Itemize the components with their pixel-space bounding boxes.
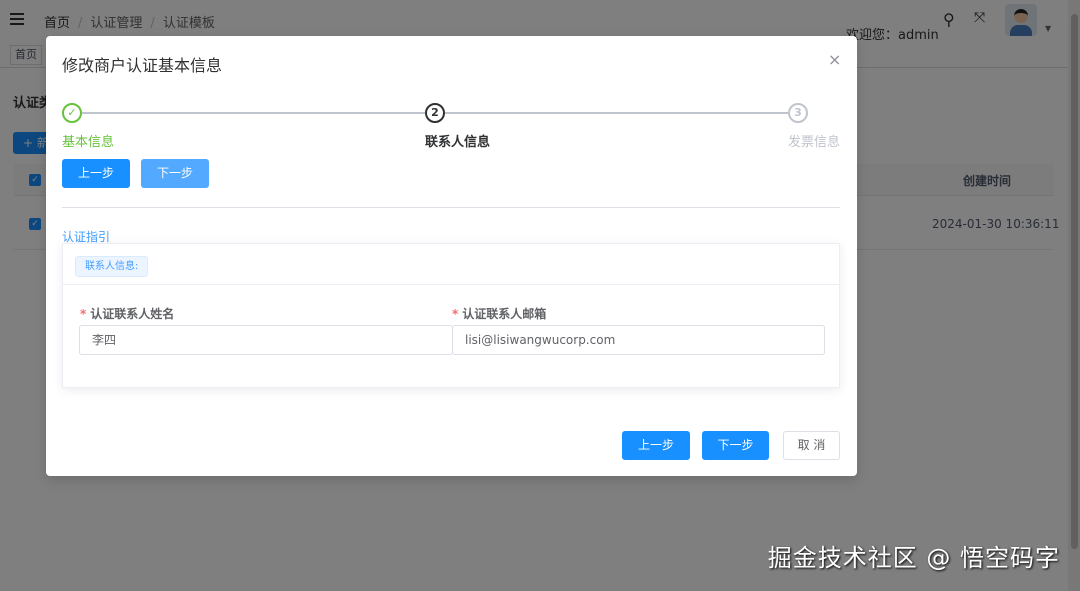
step-3-indicator: 3 bbox=[788, 103, 808, 123]
contact-name-input[interactable]: 李四 bbox=[79, 325, 453, 355]
step-line-2 bbox=[445, 112, 788, 114]
footer-prev-button[interactable]: 上一步 bbox=[622, 431, 690, 460]
step-line-1 bbox=[82, 112, 425, 114]
step-2-label: 联系人信息 bbox=[425, 135, 491, 150]
footer-next-button[interactable]: 下一步 bbox=[702, 431, 769, 460]
contact-email-label-text: 认证联系人邮箱 bbox=[462, 307, 547, 321]
step-2-indicator: 2 bbox=[425, 103, 445, 123]
contact-info-tag: 联系人信息: bbox=[75, 256, 149, 277]
step-1-check-icon: ✓ bbox=[62, 103, 82, 123]
step-1-label: 基本信息 bbox=[62, 135, 115, 150]
contact-name-label-text: 认证联系人姓名 bbox=[90, 307, 175, 321]
dialog-title: 修改商户认证基本信息 bbox=[62, 56, 223, 75]
edit-auth-dialog: 修改商户认证基本信息 × ✓ 2 3 基本信息 联系人信息 发票信息 上一步 下… bbox=[46, 36, 857, 476]
divider bbox=[62, 207, 840, 208]
step-prev-button[interactable]: 上一步 bbox=[62, 159, 130, 188]
watermark: 掘金技术社区 @ 悟空码字 bbox=[767, 544, 1060, 572]
contact-info-card: 联系人信息: * 认证联系人姓名 * 认证联系人邮箱 李四 lisi@lisiwan… bbox=[62, 243, 840, 388]
contact-email-input[interactable]: lisi@lisiwangwucorp.com bbox=[452, 325, 825, 355]
contact-name-label: * 认证联系人姓名 bbox=[80, 307, 175, 321]
card-divider bbox=[63, 284, 839, 285]
cancel-button[interactable]: 取 消 bbox=[783, 431, 840, 460]
step-next-button[interactable]: 下一步 bbox=[141, 159, 209, 188]
close-icon[interactable]: × bbox=[828, 50, 841, 69]
contact-email-label: * 认证联系人邮箱 bbox=[452, 307, 547, 321]
step-3-label: 发票信息 bbox=[788, 135, 841, 150]
